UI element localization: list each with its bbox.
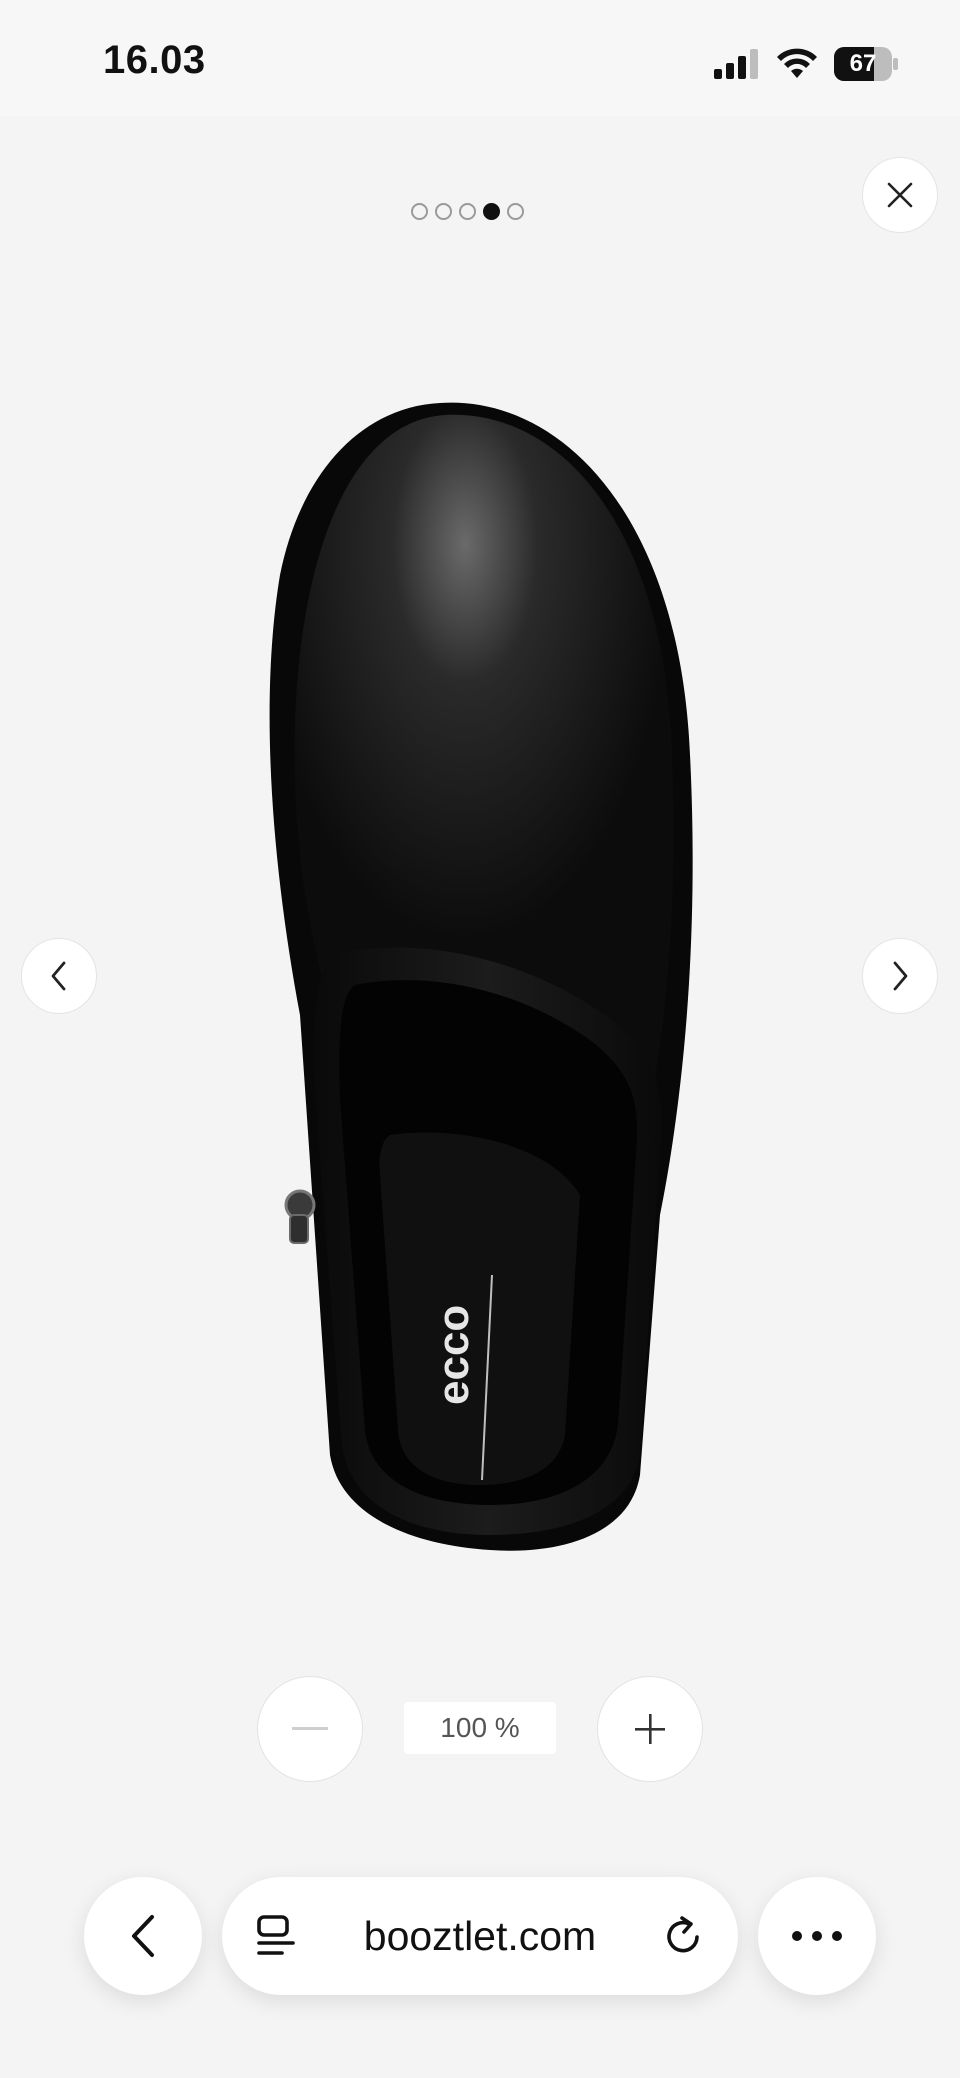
previous-image-button[interactable] <box>21 938 97 1014</box>
more-dots-icon <box>792 1931 842 1941</box>
browser-back-button[interactable] <box>84 1877 202 1995</box>
zoom-level: 100 % <box>404 1702 556 1754</box>
minus-icon <box>292 1727 328 1730</box>
browser-toolbar: booztlet.com <box>0 1860 960 2078</box>
status-bar: 16.03 67 <box>0 0 960 116</box>
close-button[interactable] <box>862 157 938 233</box>
zoom-out-button[interactable] <box>257 1676 363 1782</box>
close-icon <box>887 182 913 208</box>
plus-icon <box>635 1714 665 1744</box>
more-options-button[interactable] <box>758 1877 876 1995</box>
battery-icon: 67 <box>834 47 898 81</box>
zoom-in-button[interactable] <box>597 1676 703 1782</box>
reload-icon[interactable] <box>664 1915 704 1957</box>
status-time: 16.03 <box>103 38 206 82</box>
next-image-button[interactable] <box>862 938 938 1014</box>
product-image[interactable]: ecco <box>260 395 700 1555</box>
battery-level: 67 <box>849 50 877 77</box>
address-bar[interactable]: booztlet.com <box>222 1877 738 1995</box>
chevron-right-icon <box>893 961 908 991</box>
chevron-left-icon <box>51 961 66 991</box>
pager-dot[interactable] <box>435 203 452 220</box>
pager-dot-active[interactable] <box>483 203 500 220</box>
pager-dot[interactable] <box>507 203 524 220</box>
status-icons: 67 <box>714 44 898 84</box>
ankle-boot-photo: ecco <box>269 402 693 1551</box>
insole-brand: ecco <box>429 1305 478 1405</box>
page-menu-icon[interactable] <box>256 1915 296 1957</box>
cellular-signal-icon <box>714 49 758 79</box>
chevron-left-icon <box>132 1915 154 1957</box>
pager-dot[interactable] <box>459 203 476 220</box>
image-pager <box>411 203 524 220</box>
url-text[interactable]: booztlet.com <box>364 1913 596 1960</box>
pager-dot[interactable] <box>411 203 428 220</box>
wifi-icon <box>777 48 817 78</box>
